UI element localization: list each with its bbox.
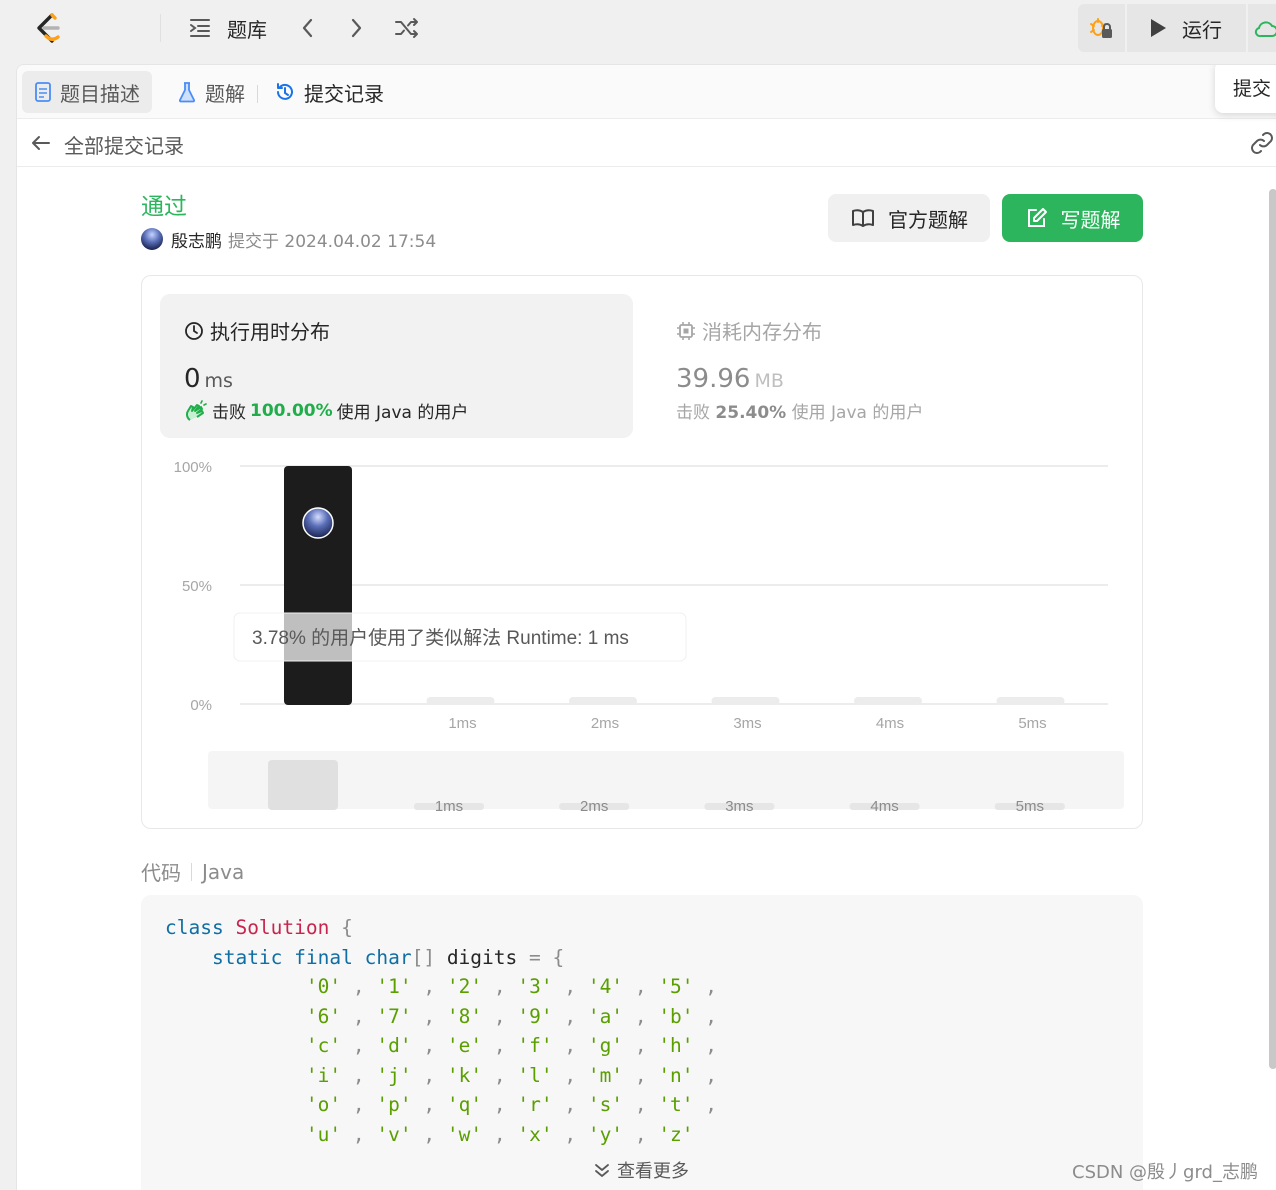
prev-problem-icon[interactable] [293, 14, 321, 42]
submit-cloud-icon[interactable] [1254, 18, 1276, 40]
overview-tick-label: 1ms [435, 798, 463, 815]
code-text: class Solution { static final char[] dig… [165, 916, 718, 1146]
x-tick-label: 1ms [448, 715, 476, 732]
leetcode-logo-icon[interactable] [30, 10, 66, 46]
chart-bar[interactable] [569, 697, 637, 705]
debug-lock-icon [1090, 18, 1112, 38]
author-row: 殷志鹏 提交于 2024.04.02 17:54 [141, 227, 437, 252]
tooltip-text: 3.78% 的用户使用了类似解法 Runtime: 1 ms [252, 627, 629, 649]
scrollbar[interactable] [1267, 169, 1276, 1169]
runtime-distribution-chart: 100% 50% 0% 1ms 2ms 3ms 4ms 5ms 3.78% 的用户使用了类似解法… [174, 459, 1124, 815]
list-menu-icon[interactable] [186, 14, 214, 42]
play-icon [1151, 19, 1166, 37]
watermark: CSDN @殷丿grd_志鹏 [1072, 1162, 1258, 1183]
chart-bar[interactable] [854, 697, 922, 705]
scrollbar-thumb[interactable] [1269, 189, 1276, 1069]
submit-tooltip[interactable]: 提交 [1215, 65, 1276, 113]
run-label: 运行 [1182, 17, 1222, 42]
next-problem-icon[interactable] [343, 14, 371, 42]
all-submissions-link[interactable]: 全部提交记录 [64, 130, 184, 159]
overview-tick-label: 2ms [580, 798, 608, 815]
tab-solutions[interactable]: 题解 [165, 71, 257, 113]
author-name[interactable]: 殷志鹏 [171, 227, 222, 252]
run-divider [1246, 4, 1248, 52]
edit-icon [1027, 208, 1047, 227]
flask-icon [178, 82, 196, 103]
show-more-label: 查看更多 [617, 1161, 689, 1182]
tab-description[interactable]: 题目描述 [22, 71, 152, 113]
y-tick-label: 100% [174, 459, 212, 476]
overview-tick-label: 5ms [1016, 798, 1044, 815]
code-block[interactable]: class Solution { static final char[] dig… [141, 895, 1143, 1190]
overview-tick-label: 4ms [870, 798, 898, 815]
share-link-icon[interactable] [1249, 131, 1275, 155]
submitted-time: 提交于 2024.04.02 17:54 [228, 231, 437, 252]
back-row: 全部提交记录 [17, 119, 1276, 167]
write-solution-label: 写题解 [1060, 207, 1121, 232]
tab-label: 题目描述 [60, 81, 140, 106]
code-language: Java [202, 859, 245, 884]
overview-strip[interactable] [208, 751, 1124, 809]
show-more-button[interactable]: 查看更多 [593, 1157, 689, 1183]
tab-bar: 题目描述 题解 提交记录 提交 [17, 65, 1276, 119]
x-tick-label: 2ms [591, 715, 619, 732]
x-tick-label: 4ms [876, 715, 904, 732]
document-icon [35, 82, 51, 102]
y-tick-label: 50% [182, 578, 212, 595]
stats-card: 执行用时分布 0 ms 击败 100.00% 使用 Java 的用户 消耗内存分布… [141, 275, 1143, 829]
similar-solution-tooltip: 3.78% 的用户使用了类似解法 Runtime: 1 ms [233, 612, 687, 662]
nav-divider [160, 14, 161, 42]
history-icon [277, 83, 293, 100]
chart-bar[interactable] [711, 697, 780, 705]
chart-bar[interactable] [284, 466, 352, 705]
tab-submissions[interactable]: 提交记录 [262, 71, 396, 113]
x-tick-label: 5ms [1018, 715, 1046, 732]
problems-link[interactable]: 题库 [227, 14, 267, 42]
tab-label: 提交记录 [304, 81, 384, 106]
submission-status: 通过 [141, 194, 187, 220]
double-chevron-down-icon [595, 1164, 609, 1177]
official-solution-label: 官方题解 [888, 207, 968, 232]
overview-highlight-bar [268, 760, 338, 810]
random-problem-icon[interactable] [393, 14, 421, 42]
chart-bar[interactable] [996, 697, 1065, 705]
book-icon [852, 209, 874, 227]
avatar[interactable] [141, 228, 163, 250]
debug-button[interactable] [1078, 4, 1124, 52]
chart-bar[interactable] [426, 697, 495, 705]
run-button-group: 运行 [1078, 4, 1276, 52]
user-avatar-marker [302, 507, 334, 539]
overview-tick-label: 3ms [725, 798, 753, 815]
back-arrow-icon[interactable] [29, 131, 53, 155]
tab-divider [257, 85, 258, 103]
code-label: 代码 [141, 861, 181, 885]
y-tick-label: 0% [190, 697, 212, 714]
run-divider [1125, 4, 1127, 52]
submission-panel: 题目描述 题解 提交记录 提交 全部提交记录 通过 殷志鹏 提交于 2024.0… [16, 64, 1276, 1190]
top-nav: 题库 运行 [0, 0, 1276, 56]
x-tick-label: 3ms [733, 715, 761, 732]
official-solution-button[interactable]: 官方题解 [828, 194, 990, 242]
code-header: 代码 Java [141, 857, 244, 886]
write-solution-button[interactable]: 写题解 [1002, 194, 1143, 242]
tab-label: 题解 [205, 81, 245, 106]
run-button[interactable]: 运行 [1128, 4, 1246, 52]
code-divider [191, 862, 192, 881]
